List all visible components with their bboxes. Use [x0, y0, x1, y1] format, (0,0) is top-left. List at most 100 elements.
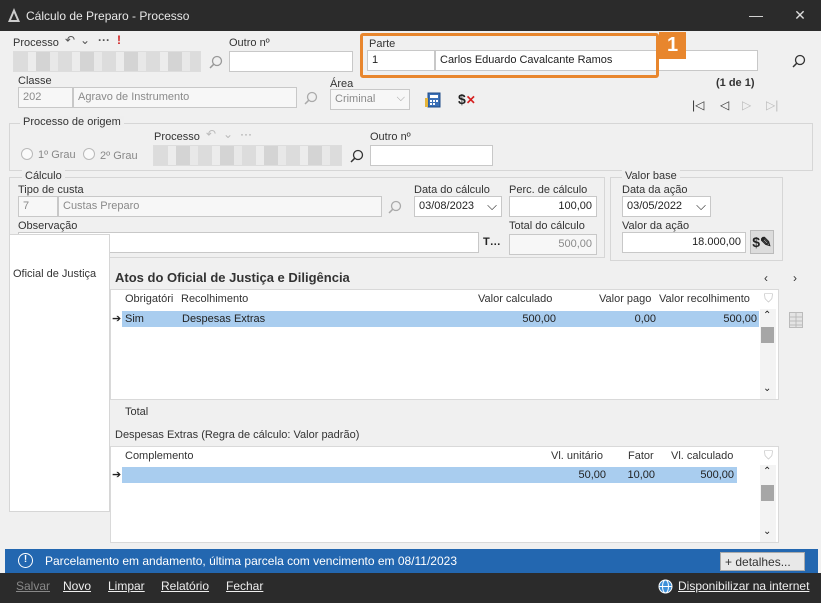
alert-icon[interactable]: ! [117, 33, 121, 47]
area-value: Criminal [335, 93, 376, 105]
total-label: Total [125, 406, 149, 418]
col-recolh[interactable]: Recolhimento [181, 293, 248, 305]
origem-search-icon[interactable] [350, 149, 364, 163]
panel-prev-icon[interactable]: ‹ [764, 271, 768, 285]
col-vrecolh[interactable]: Valor recolhimento [659, 293, 750, 305]
row-vrecolh: 500,00 [723, 313, 757, 325]
col-vcalc2[interactable]: Vl. calculado [671, 450, 733, 462]
row-vcalc: 500,00 [522, 313, 556, 325]
row2-vunit: 50,00 [578, 469, 606, 481]
novo-button[interactable]: Novo [63, 579, 91, 593]
app-logo-icon [8, 8, 20, 22]
valor-acao-input[interactable]: 18.000,00 [622, 232, 746, 253]
tipo-code-input[interactable]: 7 [18, 196, 58, 217]
atos-scrollbar[interactable]: ⌃ ⌄ [760, 309, 776, 399]
salvar-button[interactable]: Salvar [16, 579, 50, 593]
prev-page-icon[interactable]: ◁ [720, 98, 729, 112]
col-vcalc[interactable]: Valor calculado [478, 293, 552, 305]
origem-outro-input[interactable] [370, 145, 493, 166]
row-pointer-icon: ➔ [112, 313, 122, 325]
calculo-title: Cálculo [22, 170, 65, 182]
classe-search-icon[interactable] [304, 91, 318, 105]
total-calculo-label: Total do cálculo [509, 220, 585, 232]
area-select[interactable]: Criminal ⌵ [330, 89, 410, 110]
scroll2-thumb[interactable] [761, 485, 774, 501]
processo-number-input[interactable] [13, 51, 201, 72]
grau1-radio[interactable] [21, 148, 33, 160]
disponibilizar-button[interactable]: Disponibilizar na internet [678, 579, 809, 593]
grau1-label: 1º Grau [38, 149, 76, 161]
tipo-label: Tipo de custa [18, 184, 84, 196]
undo-icon[interactable]: ↶ [65, 33, 75, 47]
outro-input[interactable] [229, 51, 353, 72]
last-page-icon[interactable]: ▷| [766, 98, 778, 112]
perc-label: Perc. de cálculo [509, 184, 588, 196]
tipo-search-icon[interactable] [388, 200, 402, 214]
filter-icon[interactable]: ⛉ [764, 291, 773, 306]
text-format-icon[interactable]: T… [483, 236, 501, 248]
despesas-title: Despesas Extras (Regra de cálculo: Valor… [115, 429, 360, 441]
title-bar: Cálculo de Preparo - Processo — ✕ [0, 0, 821, 31]
origem-more-icon[interactable]: ··· [240, 127, 252, 141]
origem-title: Processo de origem [20, 116, 124, 128]
classe-code-input[interactable]: 202 [18, 87, 73, 108]
scroll2-up-icon[interactable]: ⌃ [763, 466, 771, 477]
callout-highlight [360, 33, 659, 78]
origem-undo-icon[interactable]: ↶ [206, 127, 216, 141]
data-acao-value: 03/05/2022 [627, 200, 683, 212]
status-message: Parcelamento em andamento, última parcel… [45, 554, 458, 568]
scroll-thumb[interactable] [761, 327, 774, 343]
classe-label: Classe [18, 75, 52, 87]
valor-acao-label: Valor da ação [622, 220, 690, 232]
origem-chevron-icon[interactable]: ⌄ [223, 127, 233, 141]
col-fator[interactable]: Fator [628, 450, 654, 462]
limpar-button[interactable]: Limpar [108, 579, 145, 593]
next-page-icon[interactable]: ▷ [742, 98, 751, 112]
parte-search-icon[interactable] [792, 54, 806, 68]
atos-title: Atos do Oficial de Justiça e Diligência [115, 270, 350, 285]
first-page-icon[interactable]: |◁ [692, 98, 704, 112]
scroll-up-icon[interactable]: ⌃ [763, 310, 771, 321]
edit-money-button[interactable]: $✎ [750, 230, 774, 254]
fechar-button[interactable]: Fechar [226, 579, 263, 593]
despesas-scrollbar[interactable]: ⌃ ⌄ [760, 465, 776, 542]
row-vpago: 0,00 [634, 313, 656, 325]
filter2-icon[interactable]: ⛉ [764, 448, 773, 463]
chevron-down-icon[interactable]: ⌄ [80, 33, 90, 47]
row2-fator: 10,00 [627, 469, 655, 481]
panel-next-icon[interactable]: › [793, 271, 797, 285]
clear-money-icon[interactable]: $✕ [458, 91, 476, 107]
calculator-icon[interactable] [425, 92, 442, 109]
grau2-radio[interactable] [83, 148, 95, 160]
row-obrig: Sim [125, 313, 144, 325]
classe-name-input[interactable]: Agravo de Instrumento [73, 87, 297, 108]
tipo-name-input[interactable]: Custas Preparo [58, 196, 382, 217]
search-icon[interactable] [209, 55, 223, 69]
sheet-icon[interactable] [789, 312, 803, 328]
relatorio-button[interactable]: Relatório [161, 579, 209, 593]
perc-input[interactable]: 100,00 [509, 196, 597, 217]
origem-processo-input[interactable] [153, 145, 342, 166]
info-icon: ! [18, 553, 33, 568]
origem-outro-label: Outro nº [370, 131, 411, 143]
col-obrig[interactable]: Obrigatóri [125, 293, 173, 305]
data-calculo-chevron-icon[interactable]: ⌵ [487, 198, 497, 214]
col-compl[interactable]: Complemento [125, 450, 193, 462]
data-acao-input[interactable]: 03/05/2022 ⌵ [622, 196, 711, 217]
scroll2-down-icon[interactable]: ⌄ [763, 526, 771, 537]
scroll-down-icon[interactable]: ⌄ [763, 383, 771, 394]
row2-vcalc: 500,00 [700, 469, 734, 481]
outro-label: Outro nº [229, 37, 270, 49]
detalhes-button[interactable]: + detalhes... [720, 552, 805, 571]
processo-label: Processo [13, 37, 59, 49]
col-vunit[interactable]: Vl. unitário [551, 450, 603, 462]
data-acao-chevron-icon[interactable]: ⌵ [696, 198, 706, 214]
col-vpago[interactable]: Valor pago [599, 293, 651, 305]
more-icon[interactable]: ··· [98, 33, 110, 47]
status-bar: ! Parcelamento em andamento, última parc… [5, 549, 818, 573]
tab-oficial[interactable]: Oficial de Justiça [13, 268, 96, 280]
atos-grid [110, 289, 779, 400]
minimize-button[interactable]: — [747, 6, 765, 24]
close-button[interactable]: ✕ [791, 6, 809, 24]
data-calculo-input[interactable]: 03/08/2023 ⌵ [414, 196, 502, 217]
